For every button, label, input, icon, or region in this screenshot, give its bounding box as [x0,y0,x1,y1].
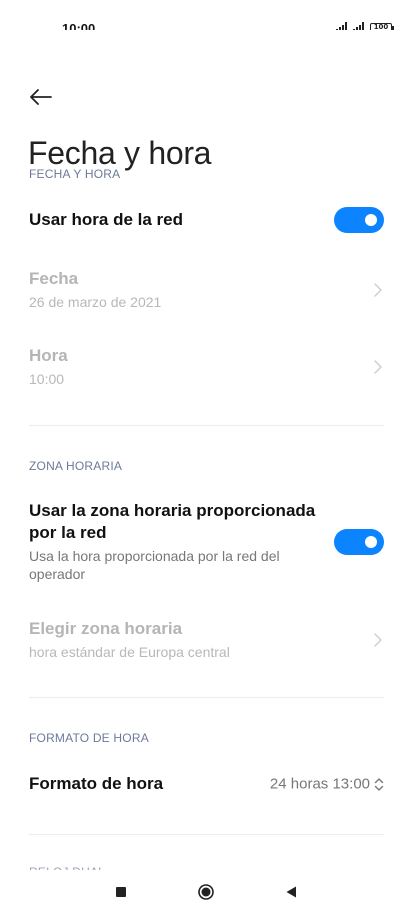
arrow-left-icon [30,89,52,105]
network-zone-row[interactable]: Usar la zona horaria proporcionada por l… [29,500,384,584]
chevron-right-icon [374,360,382,374]
time-label: Hora [29,346,68,365]
time-format-value: 24 horas 13:00 [269,775,370,793]
network-zone-toggle[interactable] [334,529,384,555]
back-button[interactable] [26,82,56,112]
date-value: 26 de marzo de 2021 [29,294,162,310]
network-time-label: Usar hora de la red [29,210,184,229]
network-time-row[interactable]: Usar hora de la red [29,200,384,240]
choose-zone-value: hora estándar de Europa central [29,644,230,660]
settings-sheet: Fecha y hora FECHA Y HORA Usar hora de l… [0,30,412,870]
time-format-row[interactable]: Formato de hora 24 horas 13:00 [29,764,384,804]
circle-icon [198,884,214,900]
chevron-right-icon [374,633,382,647]
toggle-knob [365,214,377,226]
divider [29,834,384,835]
recents-button[interactable] [113,884,129,900]
section-header-format: FORMATO DE HORA [29,731,149,745]
date-row[interactable]: Fecha 26 de marzo de 2021 [29,268,384,312]
chevron-up-down-icon [374,777,384,791]
home-button[interactable] [198,884,214,900]
network-zone-description: Usa la hora proporcionada por la red del… [29,548,280,582]
choose-zone-label: Elegir zona horaria [29,619,183,638]
time-value: 10:00 [29,371,65,387]
date-label: Fecha [29,269,79,288]
time-row[interactable]: Hora 10:00 [29,345,384,389]
time-format-label: Formato de hora [29,774,164,793]
chevron-right-icon [374,283,382,297]
section-header-timezone: ZONA HORARIA [29,459,123,473]
network-time-toggle[interactable] [334,207,384,233]
navigation-bar [0,870,412,915]
section-header-dual-clock: RELOJ DUAL [29,862,105,870]
choose-zone-row[interactable]: Elegir zona horaria hora estándar de Eur… [29,618,384,662]
toggle-knob [365,536,377,548]
network-zone-label: Usar la zona horaria proporcionada por l… [29,501,316,542]
time-format-select[interactable]: 24 horas 13:00 [270,776,384,793]
divider [29,425,384,426]
triangle-back-icon [286,886,296,898]
divider [29,697,384,698]
back-nav-button[interactable] [283,884,299,900]
square-icon [116,887,126,897]
section-header-date-time: FECHA Y HORA [29,167,121,181]
